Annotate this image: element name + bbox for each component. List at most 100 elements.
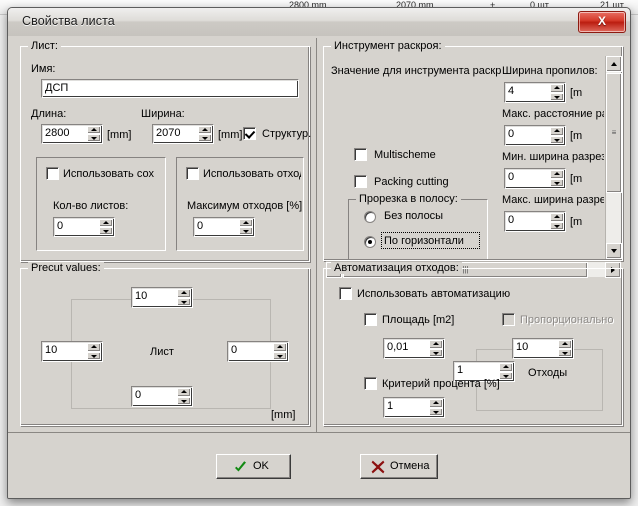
spinner-down-icon[interactable]	[99, 227, 113, 235]
use-waste-checkbox[interactable]	[186, 167, 199, 180]
max-cut-width-spinner[interactable]	[550, 213, 564, 230]
percent-criteria-input[interactable]: 1	[383, 397, 445, 418]
structure-checkbox[interactable]	[243, 127, 256, 140]
precut-top-spinner[interactable]	[177, 289, 191, 306]
max-waste-label: Максимум отходов [%]	[187, 200, 303, 212]
use-automation-checkbox[interactable]	[339, 287, 352, 300]
spinner-up-icon[interactable]	[87, 126, 101, 134]
length-input[interactable]: 2800	[41, 124, 103, 144]
spinner-up-icon[interactable]	[198, 126, 212, 134]
spinner-down-icon[interactable]	[87, 351, 101, 360]
spinner-up-icon[interactable]	[550, 127, 564, 136]
name-input[interactable]: ДСП	[41, 79, 299, 98]
precut-unit: [mm]	[271, 409, 296, 421]
spinner-down-icon[interactable]	[198, 134, 212, 142]
spinner-up-icon[interactable]	[87, 343, 101, 352]
kerf-width-input[interactable]: 4	[504, 82, 566, 103]
spinner-up-icon[interactable]	[550, 84, 564, 93]
spinner-up-icon[interactable]	[550, 170, 564, 179]
spinner-up-icon[interactable]	[239, 219, 253, 227]
use-saved-checkbox[interactable]	[46, 167, 59, 180]
precut-left-input[interactable]: 10	[41, 341, 103, 362]
waste-top-value: 10	[516, 341, 529, 353]
name-input-value: ДСП	[45, 82, 69, 94]
max-waste-spinner[interactable]	[239, 219, 253, 235]
precut-bottom-input[interactable]: 0	[131, 386, 193, 407]
spinner-down-icon[interactable]	[550, 135, 564, 144]
spinner-down-icon[interactable]	[429, 407, 443, 416]
spinner-down-icon[interactable]	[177, 297, 191, 306]
packing-cutting-checkbox[interactable]	[354, 175, 367, 188]
spinner-down-icon[interactable]	[550, 178, 564, 187]
strip-option-none-radio[interactable]	[364, 211, 376, 223]
kerf-width-spinner[interactable]	[550, 84, 564, 101]
area-checkbox[interactable]	[364, 313, 377, 326]
spinner-up-icon[interactable]	[429, 340, 443, 349]
close-icon[interactable]: X	[578, 11, 626, 33]
sheet-count-input[interactable]: 0	[53, 217, 115, 237]
ok-button[interactable]: OK	[216, 454, 291, 479]
spinner-down-icon[interactable]	[558, 348, 572, 357]
spinner-up-icon[interactable]	[499, 363, 513, 372]
spinner-down-icon[interactable]	[499, 371, 513, 380]
strip-cut-group	[348, 199, 488, 259]
length-spinner[interactable]	[87, 126, 101, 142]
width-spinner[interactable]	[198, 126, 212, 142]
max-distance-spinner[interactable]	[550, 127, 564, 144]
scroll-up-arrow-icon[interactable]	[606, 56, 622, 72]
spinner-up-icon[interactable]	[99, 219, 113, 227]
spinner-down-icon[interactable]	[87, 134, 101, 142]
proportional-checkbox[interactable]	[502, 313, 515, 326]
sheet-count-value: 0	[57, 220, 64, 232]
spinner-down-icon[interactable]	[239, 227, 253, 235]
tool-pane-vertical-scrollbar[interactable]: ≡	[605, 56, 622, 259]
cancel-button[interactable]: Отмена	[360, 454, 438, 479]
spinner-up-icon[interactable]	[273, 343, 287, 352]
strip-option-horizontal-radio[interactable]	[364, 236, 376, 248]
percent-criteria-checkbox[interactable]	[364, 377, 377, 390]
percent-criteria-spinner[interactable]	[429, 399, 443, 416]
spinner-up-icon[interactable]	[550, 213, 564, 222]
max-cut-width-input[interactable]: 0	[504, 211, 566, 232]
spinner-down-icon[interactable]	[550, 221, 564, 230]
precut-right-input[interactable]: 0	[227, 341, 289, 362]
precut-diagram-line	[71, 408, 271, 409]
min-cut-width-input[interactable]: 0	[504, 168, 566, 189]
min-cut-width-spinner[interactable]	[550, 170, 564, 187]
area-value: 0,01	[387, 341, 409, 353]
scroll-thumb[interactable]: ≡	[606, 73, 622, 193]
cancel-button-label: Отмена	[390, 459, 430, 472]
spinner-up-icon[interactable]	[558, 340, 572, 349]
sheet-count-spinner[interactable]	[99, 219, 113, 235]
spinner-up-icon[interactable]	[177, 388, 191, 397]
spinner-down-icon[interactable]	[550, 92, 564, 101]
length-input-value: 2800	[45, 127, 70, 139]
precut-left-spinner[interactable]	[87, 343, 101, 360]
dialog-titlebar[interactable]: Свойства листа X	[8, 8, 630, 37]
waste-top-input[interactable]: 10	[512, 338, 574, 359]
waste-automation-group: Автоматизация отходов: Использовать авто…	[323, 262, 623, 426]
cutting-tool-legend: Инструмент раскроя:	[331, 40, 445, 52]
sheet-group: Лист: Имя: ДСП Длина: 2800 [mm] Ширина: …	[20, 40, 311, 262]
width-input[interactable]: 2070	[152, 124, 214, 144]
precut-bottom-spinner[interactable]	[177, 388, 191, 405]
precut-right-spinner[interactable]	[273, 343, 287, 360]
area-spinner[interactable]	[429, 340, 443, 357]
waste-top-spinner[interactable]	[558, 340, 572, 357]
precut-top-input[interactable]: 10	[131, 287, 193, 308]
spinner-up-icon[interactable]	[429, 399, 443, 408]
sheet-count-label: Кол-во листов:	[53, 200, 129, 212]
max-waste-input[interactable]: 0	[193, 217, 255, 237]
scroll-down-arrow-icon[interactable]	[606, 243, 622, 259]
precut-right-value: 0	[231, 344, 238, 356]
max-distance-input[interactable]: 0	[504, 125, 566, 146]
precut-top-value: 10	[135, 290, 148, 302]
spinner-down-icon[interactable]	[273, 351, 287, 360]
waste-left-spinner[interactable]	[499, 363, 513, 380]
spinner-down-icon[interactable]	[429, 348, 443, 357]
scroll-thumb-grip-icon: ≡	[611, 128, 617, 137]
spinner-up-icon[interactable]	[177, 289, 191, 298]
area-input[interactable]: 0,01	[383, 338, 445, 359]
multischeme-checkbox[interactable]	[354, 148, 367, 161]
spinner-down-icon[interactable]	[177, 396, 191, 405]
